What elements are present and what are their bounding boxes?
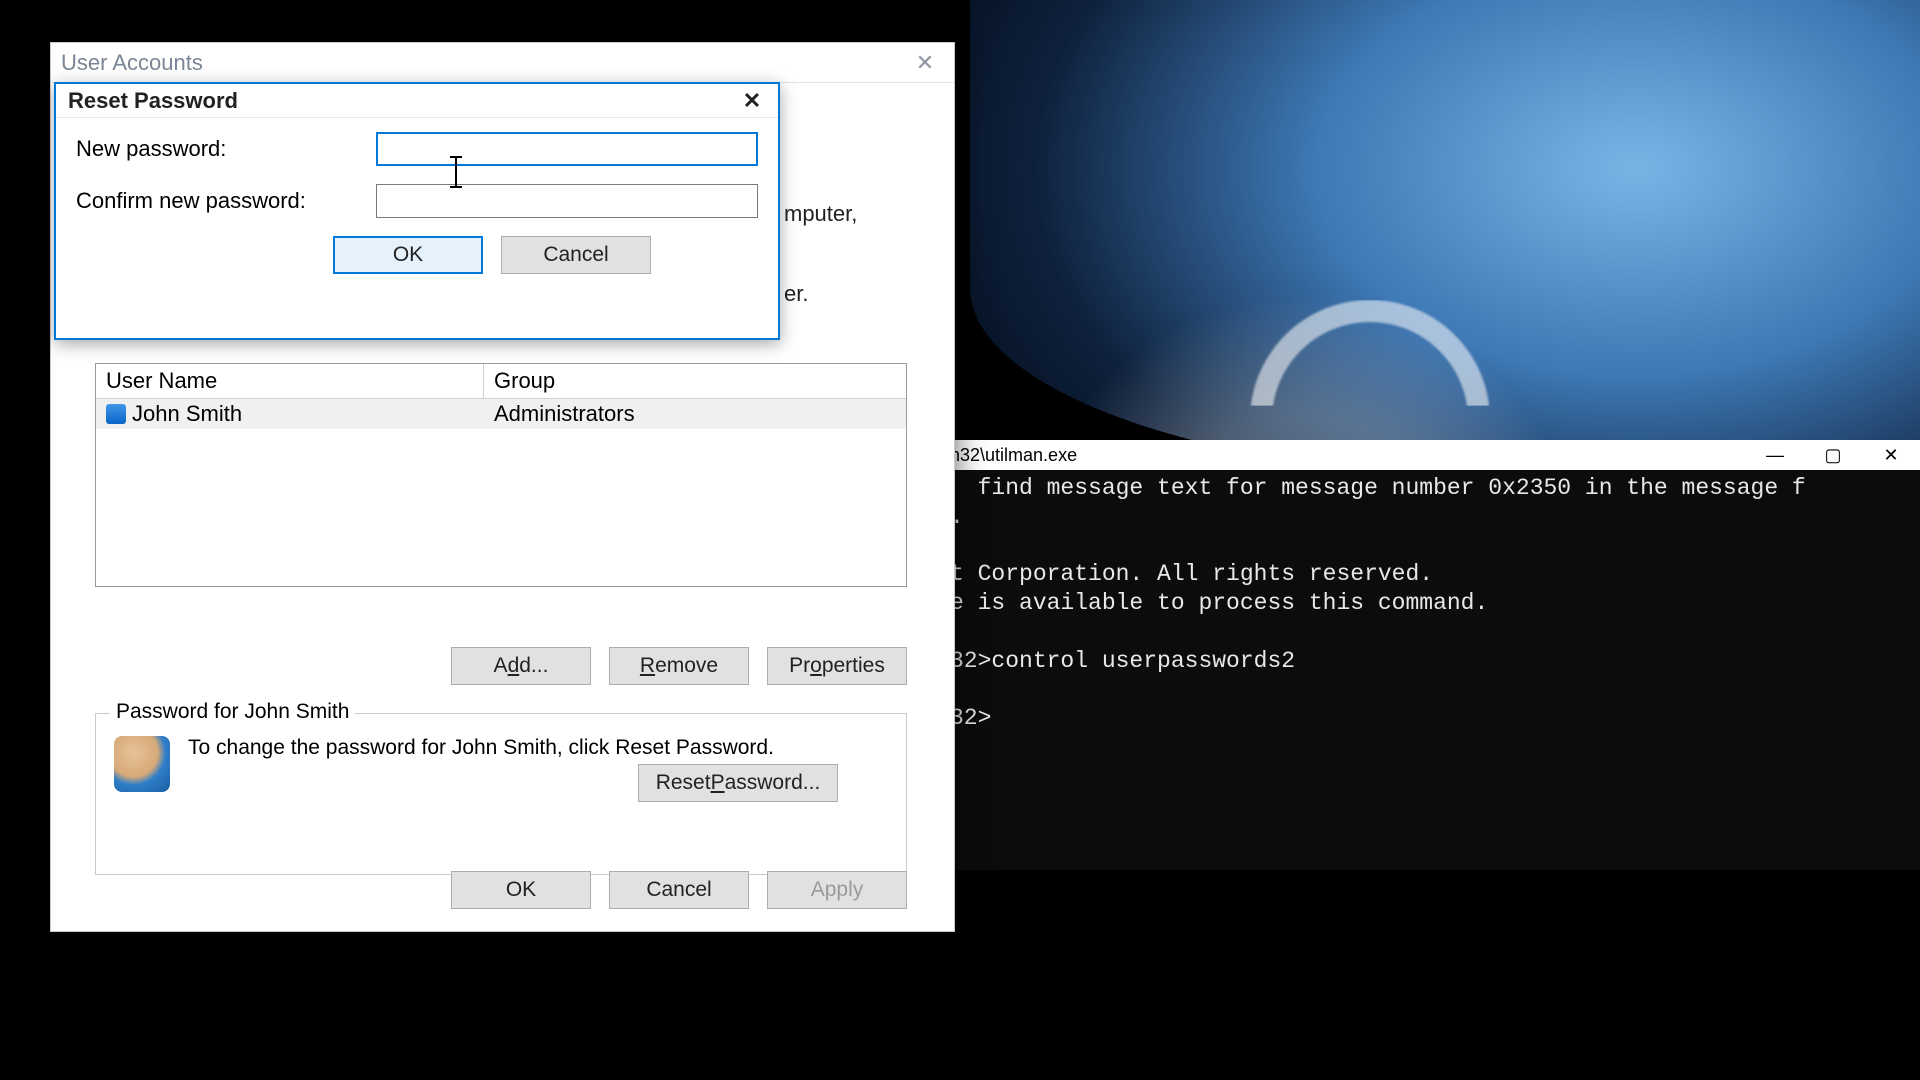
cell-group: Administrators [484,401,906,427]
cmd-output[interactable]: find message text for message number 0x2… [944,470,1920,737]
user-accounts-titlebar[interactable]: User Accounts ✕ [51,43,954,83]
maximize-icon[interactable]: ▢ [1804,440,1862,470]
cmd-window: n32\utilman.exe — ▢ ✕ find message text … [944,470,1920,870]
table-row[interactable]: John Smith Administrators [96,399,906,429]
desktop-background [970,0,1920,480]
cmd-titlebar[interactable]: n32\utilman.exe — ▢ ✕ [944,440,1920,470]
confirm-password-input[interactable] [376,184,758,218]
avatar-icon [114,736,170,792]
cmd-title: n32\utilman.exe [950,444,1077,467]
reset-password-titlebar[interactable]: Reset Password ✕ [56,84,778,118]
ok-button[interactable]: OK [333,236,483,274]
properties-button[interactable]: Properties [767,647,907,685]
reset-password-title: Reset Password [68,88,238,114]
password-groupbox: Password for John Smith To change the pa… [95,713,907,875]
ok-button[interactable]: OK [451,871,591,909]
obscured-text: mputer, er. [784,201,904,307]
new-password-label: New password: [76,136,376,162]
groupbox-legend: Password for John Smith [110,700,355,724]
add-button[interactable]: Add... [451,647,591,685]
cancel-button[interactable]: Cancel [501,236,651,274]
reset-password-button[interactable]: Reset Password... [638,764,838,802]
close-icon[interactable]: ✕ [1862,440,1920,470]
password-message: To change the password for John Smith, c… [188,736,888,760]
minimize-icon[interactable]: — [1746,440,1804,470]
cancel-button[interactable]: Cancel [609,871,749,909]
cell-user: John Smith [132,401,242,427]
confirm-password-label: Confirm new password: [76,188,376,214]
new-password-input[interactable] [376,132,758,166]
user-accounts-title: User Accounts [61,50,203,76]
remove-button[interactable]: Remove [609,647,749,685]
column-header-user[interactable]: User Name [96,364,484,398]
close-icon[interactable]: ✕ [902,47,948,79]
column-header-group[interactable]: Group [484,364,906,398]
users-listview[interactable]: User Name Group John Smith Administrator… [95,363,907,587]
close-icon[interactable]: ✕ [730,86,774,116]
reset-password-dialog: Reset Password ✕ New password: Confirm n… [54,82,780,340]
apply-button[interactable]: Apply [767,871,907,909]
user-icon [106,404,126,424]
